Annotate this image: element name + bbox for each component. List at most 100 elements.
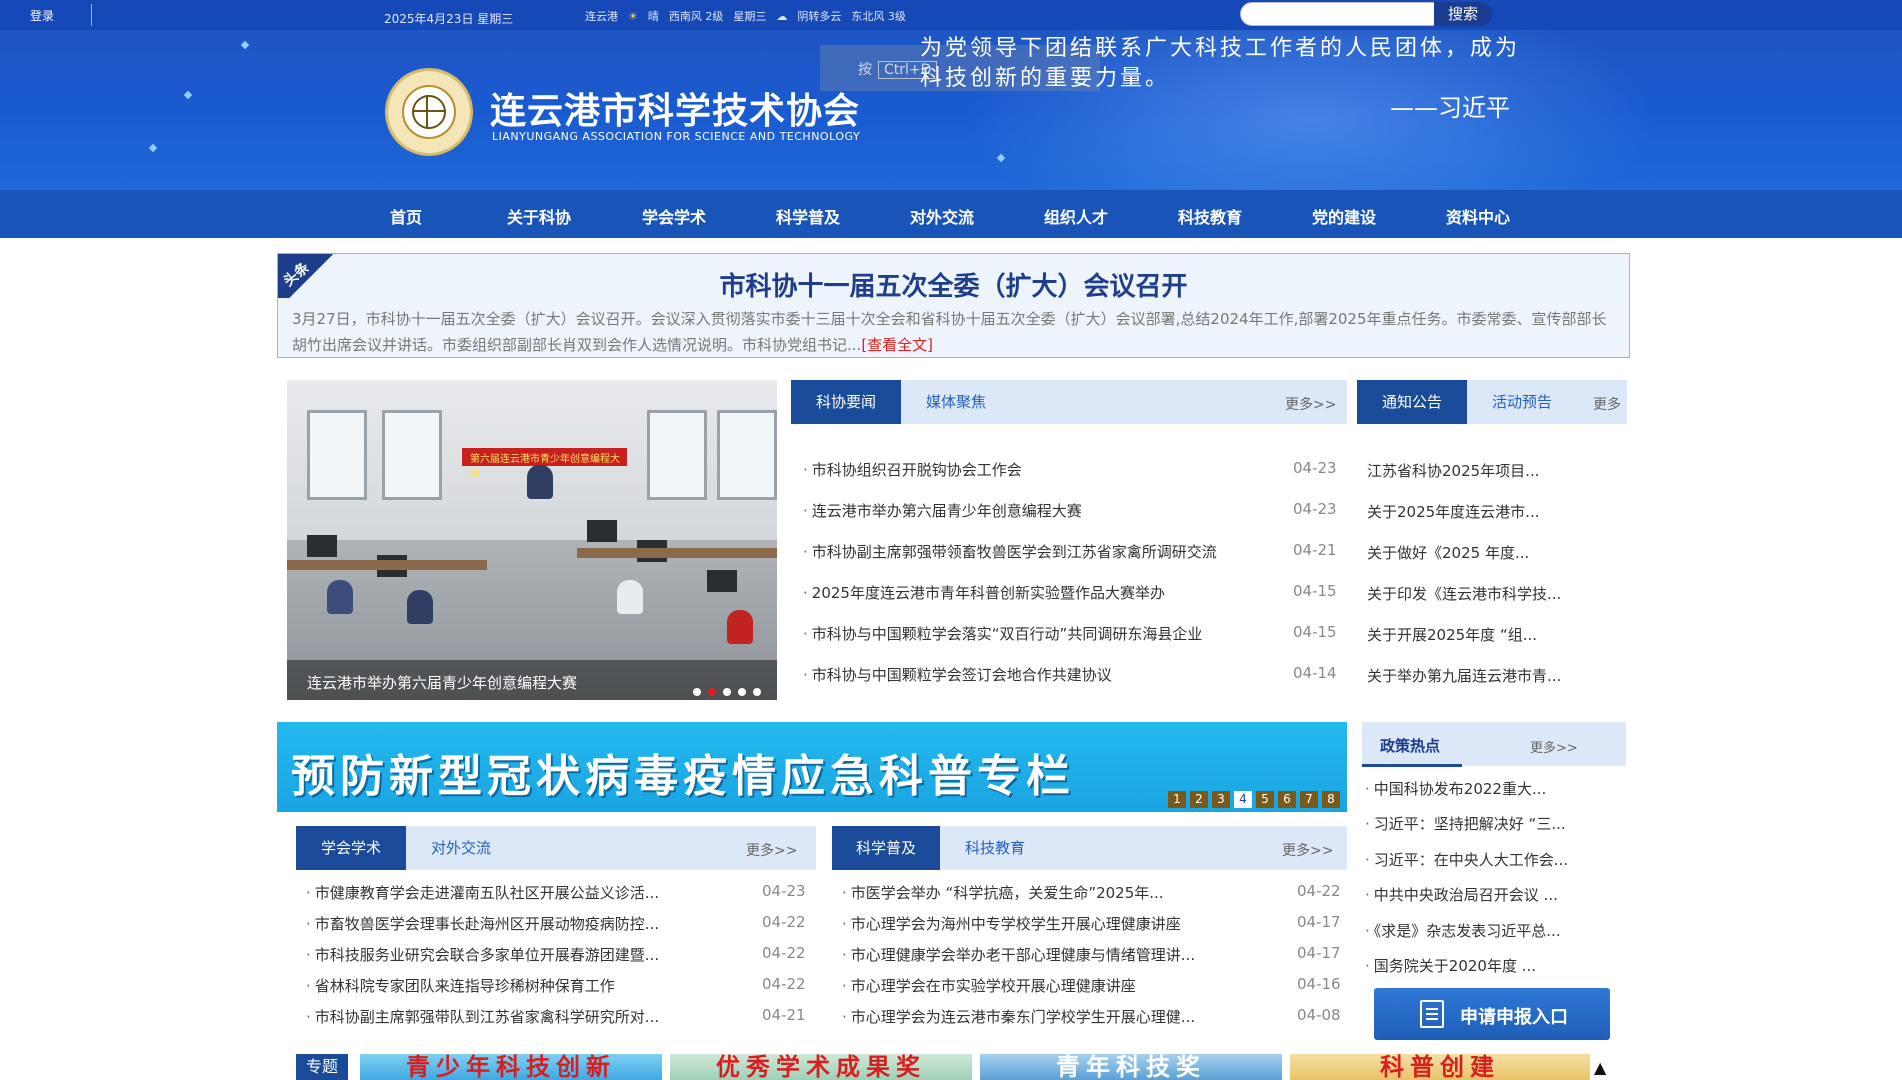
list-item[interactable]: 习近平：坚持把解决好 “三... xyxy=(1365,813,1566,834)
list-item[interactable]: 习近平：在中央人大工作会... xyxy=(1365,849,1568,870)
tab-academic[interactable]: 学会学术 xyxy=(296,826,406,870)
nav-home[interactable]: 首页 xyxy=(390,204,422,228)
photo-student xyxy=(617,580,643,614)
news-tabs: 科协要闻 媒体聚焦 更多>> xyxy=(791,380,1347,424)
org-logo[interactable] xyxy=(385,68,473,156)
list-item[interactable]: 市心理学会为连云港市秦东门学校学生开展心理健... xyxy=(842,1006,1195,1027)
list-item[interactable]: 市心理健康学会举办老干部心理健康与情绪管理讲... xyxy=(842,944,1195,965)
slider-dot[interactable] xyxy=(753,688,761,696)
nav-academic[interactable]: 学会学术 xyxy=(642,204,706,228)
list-item[interactable]: 市健康教育学会走进灌南五队社区开展公益义诊活... xyxy=(306,882,659,903)
list-item[interactable]: 连云港市举办第六届青少年创意编程大赛 xyxy=(803,500,1082,521)
list-item[interactable]: 市医学会举办 “科学抗癌，关爱生命”2025年... xyxy=(842,882,1164,903)
sun-icon: ☀ xyxy=(628,9,638,23)
list-item-date: 04-21 xyxy=(762,1006,806,1024)
news-more-link[interactable]: 更多>> xyxy=(1285,394,1336,414)
list-item[interactable]: 市心理学会在市实验学校开展心理健康讲座 xyxy=(842,975,1136,996)
decor-dot xyxy=(148,143,158,153)
pager-page[interactable]: 4 xyxy=(1234,791,1252,808)
pager-page[interactable]: 3 xyxy=(1212,791,1230,808)
list-item[interactable]: 2025年度连云港市青年科普创新实验暨作品大赛举办 xyxy=(803,582,1165,603)
slider-dot[interactable] xyxy=(738,688,746,696)
list-item[interactable]: 市科协副主席郭强带队到江苏省家禽科学研究所对... xyxy=(306,1006,659,1027)
nav-party[interactable]: 党的建设 xyxy=(1312,204,1376,228)
policy-more-link[interactable]: 更多>> xyxy=(1530,737,1578,756)
classroom-banner: 第六届连云港市青少年创意编程大赛 xyxy=(462,448,627,480)
list-item[interactable]: 省林科院专家团队来连指导珍稀树种保育工作 xyxy=(306,975,615,996)
academic-more-link[interactable]: 更多>> xyxy=(746,840,797,860)
notice-more-link[interactable]: 更多 xyxy=(1593,394,1621,414)
tab-notices[interactable]: 通知公告 xyxy=(1357,380,1467,424)
list-item[interactable]: 国务院关于2020年度 ... xyxy=(1365,955,1536,976)
pager-page[interactable]: 8 xyxy=(1322,791,1340,808)
list-item[interactable]: 市科协与中国颗粒学会签订会地合作共建协议 xyxy=(803,664,1112,685)
notice-tabs: 通知公告 活动预告 更多 xyxy=(1357,380,1627,424)
topic-science-creation[interactable]: 科普创建 xyxy=(1290,1054,1590,1080)
search-button[interactable]: 搜索 xyxy=(1434,2,1492,26)
nav-talent[interactable]: 组织人才 xyxy=(1044,204,1108,228)
tab-science-pop[interactable]: 科学普及 xyxy=(832,826,940,870)
topics-label: 专题 xyxy=(296,1054,348,1080)
policy-title[interactable]: 政策热点 xyxy=(1380,735,1440,756)
weather-today: 晴 xyxy=(647,10,659,23)
topic-academic-award[interactable]: 优秀学术成果奖 xyxy=(670,1054,972,1080)
list-item[interactable]: 市畜牧兽医学会理事长赴海州区开展动物疫病防控... xyxy=(306,913,659,934)
list-item[interactable]: 关于做好《2025 年度... xyxy=(1367,542,1529,563)
topic-youth-innovation[interactable]: 青少年科技创新 xyxy=(360,1054,662,1080)
pager-page[interactable]: 1 xyxy=(1168,791,1186,808)
science-more-link[interactable]: 更多>> xyxy=(1282,840,1333,860)
nav-science-pop[interactable]: 科学普及 xyxy=(776,204,840,228)
read-more-link[interactable]: [查看全文] xyxy=(861,336,933,354)
list-item-date: 04-17 xyxy=(1297,944,1341,962)
slider-dot[interactable] xyxy=(723,688,731,696)
pager-page[interactable]: 7 xyxy=(1300,791,1318,808)
list-item[interactable]: 中国科协发布2022重大... xyxy=(1365,778,1546,799)
tab-events[interactable]: 活动预告 xyxy=(1467,380,1577,424)
list-item-date: 04-15 xyxy=(1293,623,1337,641)
weather-weekday: 星期三 xyxy=(733,10,767,23)
nav-about[interactable]: 关于科协 xyxy=(507,204,571,228)
nav-exchange[interactable]: 对外交流 xyxy=(910,204,974,228)
slider-dot[interactable] xyxy=(693,688,701,696)
slide-caption[interactable]: 连云港市举办第六届青少年创意编程大赛 xyxy=(307,672,577,693)
weather-wind: 西南风 2级 xyxy=(668,10,724,23)
list-item[interactable]: 市科协组织召开脱钩协会工作会 xyxy=(803,459,1022,480)
nav-education[interactable]: 科技教育 xyxy=(1178,204,1242,228)
list-item[interactable]: 中共中央政治局召开会议 ... xyxy=(1365,884,1558,905)
list-item-date: 04-23 xyxy=(762,882,806,900)
list-item[interactable]: 市科协副主席郭强带领畜牧兽医学会到江苏省家禽所调研交流 xyxy=(803,541,1217,562)
tab-education[interactable]: 科技教育 xyxy=(940,826,1050,870)
login-link[interactable]: 登录 xyxy=(30,7,54,24)
slider-dot[interactable] xyxy=(708,688,716,696)
list-item[interactable]: 市科协与中国颗粒学会落实“双百行动”共同调研东海县企业 xyxy=(803,623,1203,644)
list-item[interactable]: 关于举办第九届连云港市青... xyxy=(1367,665,1561,686)
list-item[interactable]: 《求是》杂志发表习近平总... xyxy=(1365,920,1561,941)
pager-page[interactable]: 6 xyxy=(1278,791,1296,808)
headline-summary-text: 3月27日，市科协十一届五次全委（扩大）会议召开。会议深入贯彻落实市委十三届十次… xyxy=(292,310,1607,354)
header-banner: 连云港市科学技术协会 LIANYUNGANG ASSOCIATION FOR S… xyxy=(0,30,1902,190)
list-item-date: 04-23 xyxy=(1293,459,1337,477)
weather-widget: 连云港 ☀ 晴 西南风 2级 星期三 ☁ 阴转多云 东北风 3级 xyxy=(585,8,906,24)
tab-media[interactable]: 媒体聚焦 xyxy=(901,380,1011,424)
list-item[interactable]: 关于印发《连云港市科学技... xyxy=(1367,583,1561,604)
photo-monitor xyxy=(307,535,337,557)
tab-cast-news[interactable]: 科协要闻 xyxy=(791,380,901,424)
current-date: 2025年4月23日 星期三 xyxy=(384,12,514,26)
list-item[interactable]: 江苏省科协2025年项目... xyxy=(1367,460,1539,481)
nav-resources[interactable]: 资料中心 xyxy=(1446,204,1510,228)
list-item-date: 04-15 xyxy=(1293,582,1337,600)
topic-youth-award[interactable]: 青年科技奖 xyxy=(980,1054,1282,1080)
list-item[interactable]: 市心理学会为海州中专学校学生开展心理健康讲座 xyxy=(842,913,1181,934)
image-slider[interactable]: 第六届连云港市青少年创意编程大赛 连云港市举办第六届青少年创意编程大赛 xyxy=(287,380,777,700)
list-item[interactable]: 关于2025年度连云港市... xyxy=(1367,501,1539,522)
scroll-top-icon[interactable]: ▲ xyxy=(1594,1058,1606,1077)
science-tabs: 科学普及 科技教育 更多>> xyxy=(832,826,1347,870)
search-input[interactable] xyxy=(1240,2,1440,26)
pager-page[interactable]: 5 xyxy=(1256,791,1274,808)
list-item[interactable]: 关于开展2025年度 “组... xyxy=(1367,624,1537,645)
headline-title[interactable]: 市科协十一届五次全委（扩大）会议召开 xyxy=(278,266,1629,303)
apply-entry-button[interactable]: 申请申报入口 xyxy=(1374,988,1610,1040)
pager-page[interactable]: 2 xyxy=(1190,791,1208,808)
tab-exchange[interactable]: 对外交流 xyxy=(406,826,516,870)
list-item[interactable]: 市科技服务业研究会联合多家单位开展春游团建暨... xyxy=(306,944,659,965)
